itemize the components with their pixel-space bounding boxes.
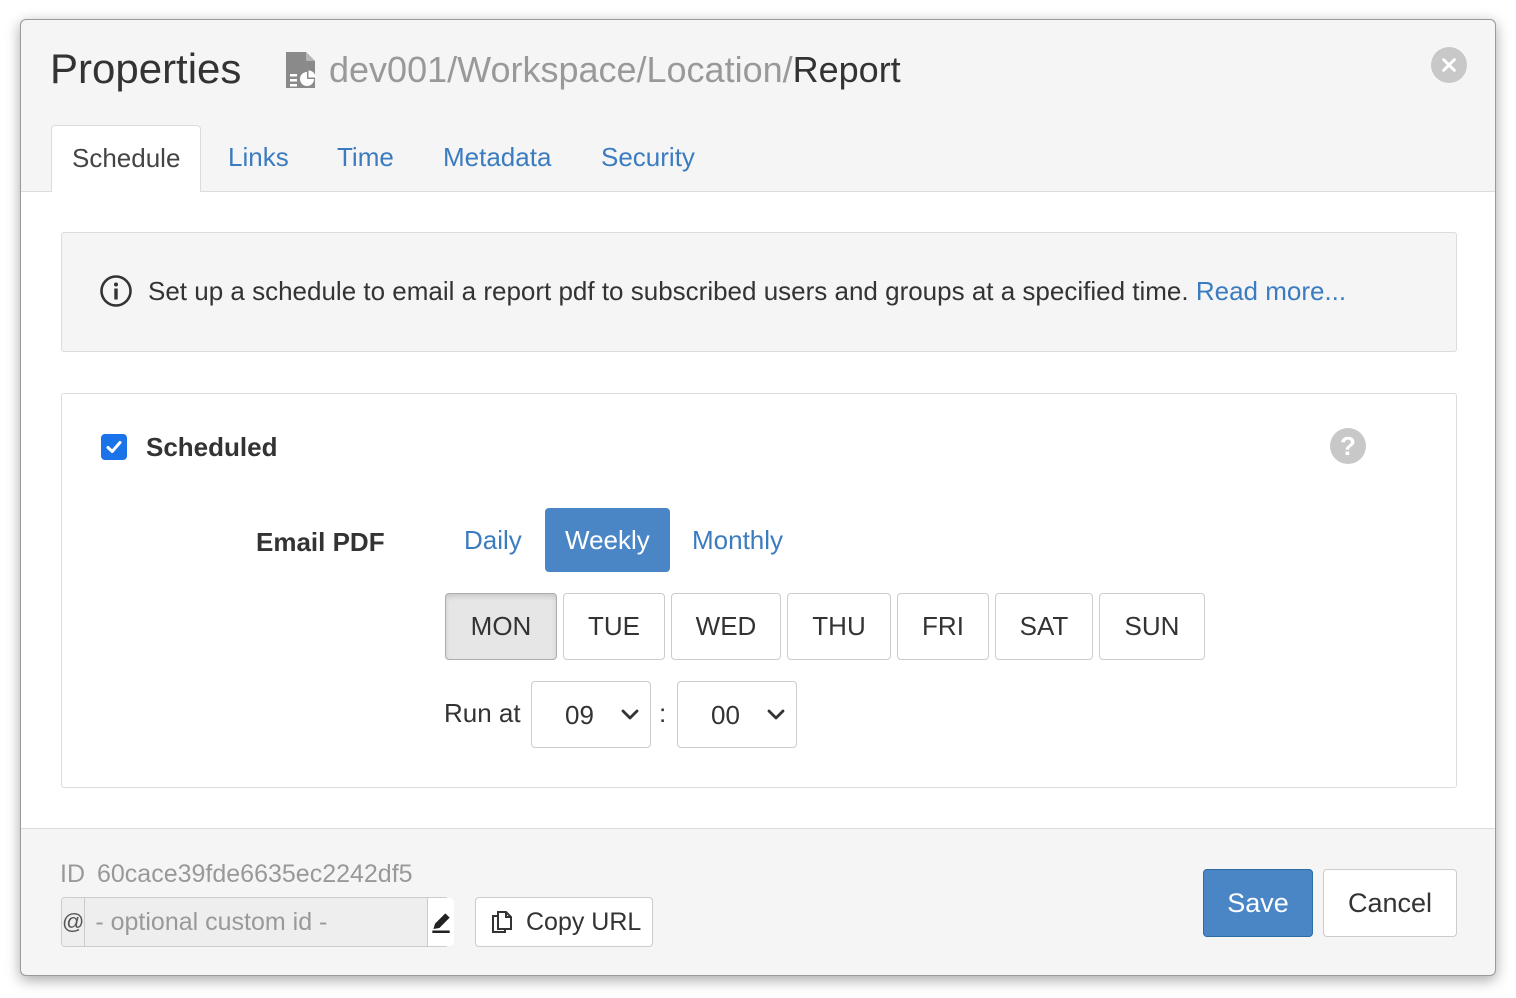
custom-id-group: @: [61, 897, 455, 947]
frequency-monthly[interactable]: Monthly: [672, 508, 803, 572]
copy-url-button[interactable]: Copy URL: [475, 897, 653, 947]
hour-value: 09: [565, 700, 594, 730]
custom-id-input[interactable]: [85, 898, 428, 946]
id-label: ID: [60, 860, 85, 888]
info-alert: Set up a schedule to email a report pdf …: [61, 232, 1457, 352]
copy-icon: [492, 911, 512, 933]
pencil-icon[interactable]: [427, 898, 455, 946]
breadcrumb: dev001/Workspace/Location/Report: [283, 46, 901, 94]
tab-time[interactable]: Time: [317, 125, 414, 192]
email-pdf-label: Email PDF: [256, 527, 385, 557]
day-sat[interactable]: SAT: [995, 593, 1093, 660]
close-icon[interactable]: [1431, 47, 1467, 83]
help-icon[interactable]: ?: [1330, 428, 1366, 464]
frequency-daily[interactable]: Daily: [444, 508, 542, 572]
dialog-title: Properties: [50, 45, 242, 92]
time-separator: :: [659, 698, 667, 728]
object-id: ID 60cace39fde6635ec2242df5: [60, 858, 413, 890]
report-document-icon: [283, 50, 317, 90]
chevron-down-icon: [621, 709, 639, 720]
run-at-label: Run at: [444, 698, 521, 728]
day-sun[interactable]: SUN: [1099, 593, 1205, 660]
info-text: Set up a schedule to email a report pdf …: [148, 275, 1346, 307]
properties-dialog: Properties dev001/Workspace/Location/Rep…: [20, 19, 1496, 976]
tab-security[interactable]: Security: [581, 125, 715, 192]
schedule-panel: Scheduled ? Email PDF Daily Weekly Month…: [61, 393, 1457, 788]
frequency-weekly[interactable]: Weekly: [545, 508, 670, 572]
day-thu[interactable]: THU: [787, 593, 891, 660]
scheduled-checkbox[interactable]: [101, 434, 127, 460]
chevron-down-icon: [767, 709, 785, 720]
tab-schedule[interactable]: Schedule: [51, 125, 202, 193]
id-value: 60cace39fde6635ec2242df5: [97, 860, 413, 888]
tab-content: Set up a schedule to email a report pdf …: [21, 192, 1495, 829]
tab-metadata[interactable]: Metadata: [423, 125, 571, 192]
path-prefix: dev001/Workspace/Location/: [329, 49, 793, 90]
info-message: Set up a schedule to email a report pdf …: [148, 276, 1189, 306]
at-symbol: @: [62, 898, 86, 946]
info-icon: [99, 274, 133, 308]
cancel-button[interactable]: Cancel: [1323, 869, 1457, 937]
hour-select[interactable]: 09: [531, 681, 651, 748]
save-button[interactable]: Save: [1203, 869, 1313, 937]
tab-bar: Schedule Links Time Metadata Security: [21, 125, 1495, 193]
day-mon[interactable]: MON: [445, 593, 557, 660]
tab-links[interactable]: Links: [208, 125, 309, 192]
day-fri[interactable]: FRI: [897, 593, 989, 660]
scheduled-label: Scheduled: [146, 432, 278, 462]
day-tue[interactable]: TUE: [563, 593, 665, 660]
day-wed[interactable]: WED: [671, 593, 781, 660]
checkmark-icon: [106, 441, 122, 453]
path-leaf: Report: [792, 49, 901, 90]
read-more-link[interactable]: Read more...: [1196, 276, 1346, 306]
copy-url-label: Copy URL: [526, 908, 642, 936]
minute-value: 00: [711, 700, 740, 730]
minute-select[interactable]: 00: [677, 681, 797, 748]
